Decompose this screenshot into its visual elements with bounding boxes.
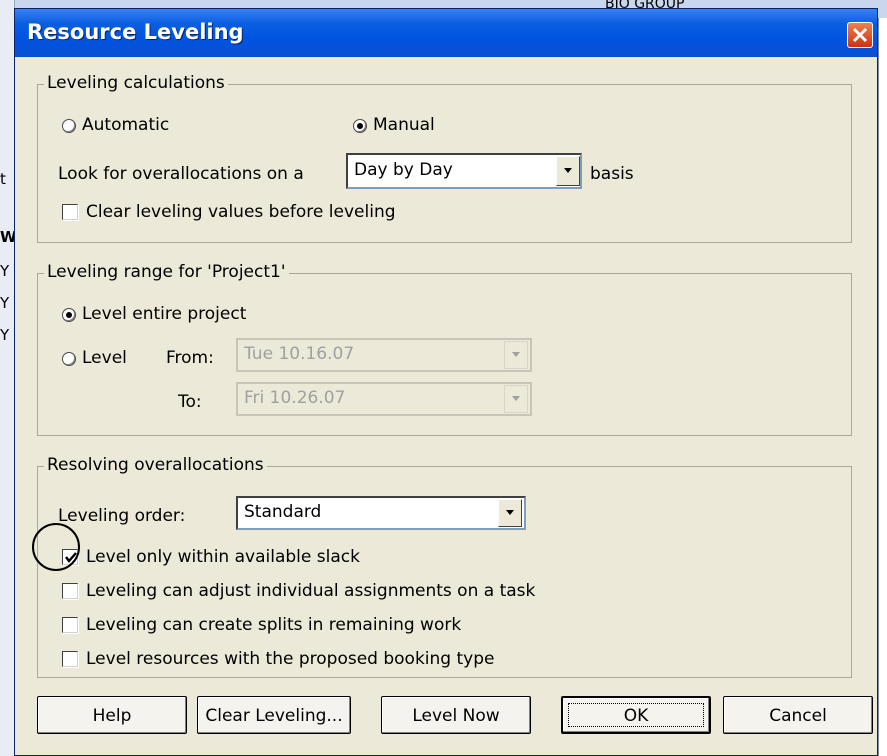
level-range-radio[interactable] — [62, 352, 76, 366]
clear-leveling-button[interactable]: Clear Leveling... — [197, 696, 351, 734]
leveling-calculations-group: Leveling calculations Automatic Manual L… — [37, 73, 852, 243]
background-mark: Y — [0, 326, 10, 344]
from-date-picker[interactable]: Tue 10.16.07 — [236, 338, 532, 372]
clear-values-checkbox[interactable] — [62, 204, 78, 220]
adjust-assignments-label[interactable]: Leveling can adjust individual assignmen… — [86, 581, 535, 601]
booking-type-label[interactable]: Level resources with the proposed bookin… — [86, 649, 494, 669]
basis-value: Day by Day — [354, 160, 453, 180]
to-dropdown-button[interactable] — [504, 385, 528, 413]
radio-selected-dot — [357, 123, 363, 129]
leveling-calculations-legend: Leveling calculations — [44, 73, 228, 93]
leveling-order-label: Leveling order: — [58, 506, 186, 526]
basis-dropdown-button[interactable] — [556, 156, 580, 186]
highlight-circle-annotation — [32, 523, 80, 571]
background-sidebar: t W Y Y Y — [0, 0, 17, 756]
leveling-order-dropdown[interactable]: Standard — [236, 496, 526, 530]
resource-leveling-dialog: Resource Leveling Leveling calculations … — [14, 8, 878, 756]
help-button-label: Help — [92, 706, 132, 726]
create-splits-checkbox[interactable] — [62, 617, 78, 633]
radio-selected-dot — [66, 312, 72, 318]
manual-label[interactable]: Manual — [373, 115, 435, 135]
level-now-button-label: Level Now — [412, 706, 500, 726]
cancel-button-label: Cancel — [769, 706, 827, 726]
chevron-down-icon — [564, 168, 572, 173]
cancel-button[interactable]: Cancel — [723, 696, 873, 734]
background-mark: Y — [0, 262, 10, 280]
resolving-legend: Resolving overallocations — [44, 455, 267, 475]
create-splits-label[interactable]: Leveling can create splits in remaining … — [86, 615, 461, 635]
manual-radio[interactable] — [353, 119, 367, 133]
leveling-range-group: Leveling range for 'Project1' Level enti… — [37, 262, 852, 436]
automatic-radio[interactable] — [62, 119, 76, 133]
close-button[interactable] — [847, 22, 873, 48]
level-entire-label[interactable]: Level entire project — [82, 304, 246, 324]
leveling-order-dropdown-button[interactable] — [498, 499, 522, 527]
to-date-picker[interactable]: Fri 10.26.07 — [236, 382, 532, 416]
chevron-down-icon — [512, 396, 520, 401]
background-mark: W — [0, 228, 17, 246]
help-button[interactable]: Help — [37, 696, 187, 734]
booking-type-checkbox[interactable] — [62, 651, 78, 667]
resolving-overallocations-group: Resolving overallocations Leveling order… — [37, 455, 852, 678]
background-right-edge — [878, 18, 887, 756]
from-dropdown-button[interactable] — [504, 341, 528, 369]
within-slack-label[interactable]: Level only within available slack — [86, 547, 360, 567]
from-label: From: — [166, 348, 214, 368]
to-date-value: Fri 10.26.07 — [244, 388, 346, 408]
basis-suffix: basis — [590, 164, 634, 184]
automatic-label[interactable]: Automatic — [82, 115, 169, 135]
background-mark: Y — [0, 294, 10, 312]
chevron-down-icon — [512, 352, 520, 357]
ok-button[interactable]: OK — [561, 696, 711, 734]
leveling-range-legend: Leveling range for 'Project1' — [44, 262, 289, 282]
close-icon — [852, 27, 868, 43]
ok-button-label: OK — [623, 706, 649, 726]
adjust-assignments-checkbox[interactable] — [62, 583, 78, 599]
leveling-order-value: Standard — [244, 502, 322, 522]
basis-dropdown[interactable]: Day by Day — [346, 153, 582, 189]
to-label: To: — [178, 392, 202, 412]
from-date-value: Tue 10.16.07 — [244, 344, 355, 364]
level-range-label[interactable]: Level — [82, 348, 127, 368]
chevron-down-icon — [506, 510, 514, 515]
dialog-title: Resource Leveling — [27, 20, 244, 44]
look-for-label: Look for overallocations on a — [58, 164, 304, 184]
clear-values-label[interactable]: Clear leveling values before leveling — [86, 202, 396, 222]
background-mark: t — [0, 170, 6, 188]
clear-leveling-button-label: Clear Leveling... — [205, 706, 343, 726]
title-bar[interactable]: Resource Leveling — [15, 9, 877, 57]
level-entire-radio[interactable] — [62, 308, 76, 322]
level-now-button[interactable]: Level Now — [381, 696, 531, 734]
